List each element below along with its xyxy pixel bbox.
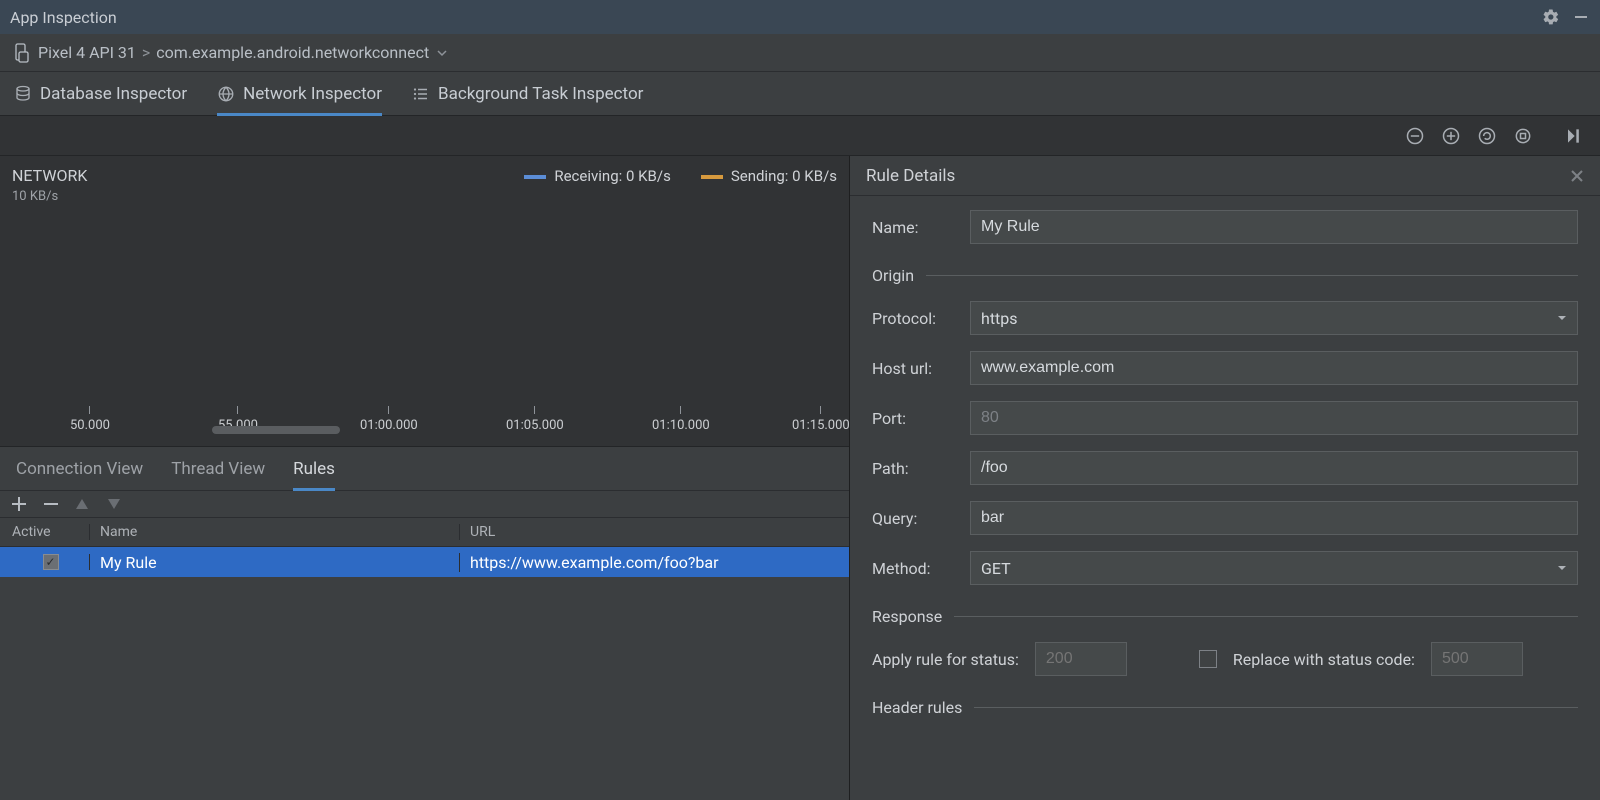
timeline-ruler[interactable]: 50.000 55.000 01:00.000 01:05.000 01:10.… (12, 406, 837, 436)
tab-network-inspector[interactable]: Network Inspector (217, 72, 382, 116)
cell-name: My Rule (90, 553, 460, 572)
sending-swatch (701, 175, 723, 179)
col-header-active[interactable]: Active (0, 524, 90, 540)
zoom-selection-button[interactable] (1510, 123, 1536, 149)
rules-table-header: Active Name URL (0, 517, 849, 547)
subtabs: Connection View Thread View Rules (0, 446, 849, 490)
rules-table: Active Name URL ✓ My Rule https://www.ex… (0, 517, 849, 800)
header-rules-heading: Header rules (872, 698, 962, 717)
tab-database-inspector[interactable]: Database Inspector (14, 72, 187, 116)
port-label: Port: (872, 409, 958, 428)
details-title-bar: Rule Details (850, 156, 1600, 196)
method-select[interactable]: GET (970, 551, 1578, 585)
subtab-thread-view[interactable]: Thread View (171, 447, 265, 491)
go-live-button[interactable] (1560, 123, 1586, 149)
chevron-down-icon (437, 48, 447, 58)
network-chart: NETWORK Receiving: 0 KB/s Sending: 0 KB/… (0, 156, 849, 446)
col-header-name[interactable]: Name (90, 524, 460, 540)
panel-title: App Inspection (10, 8, 117, 27)
rules-toolbar (0, 490, 849, 517)
breadcrumb-separator: > (142, 43, 150, 62)
response-heading: Response (872, 607, 942, 626)
chevron-down-icon (1557, 313, 1567, 323)
receiving-swatch (524, 175, 546, 179)
tick: 01:05.000 (506, 406, 564, 433)
origin-heading: Origin (872, 266, 914, 285)
method-label: Method: (872, 559, 958, 578)
subtab-connection-view[interactable]: Connection View (16, 447, 143, 491)
globe-icon (217, 85, 235, 103)
apply-status-label: Apply rule for status: (872, 650, 1019, 669)
breadcrumb-app: com.example.android.networkconnect (156, 43, 429, 62)
list-icon (412, 85, 430, 103)
chart-canvas[interactable] (12, 214, 837, 410)
protocol-label: Protocol: (872, 309, 958, 328)
divider (926, 275, 1578, 276)
chevron-down-icon (1557, 563, 1567, 573)
network-legend: Receiving: 0 KB/s Sending: 0 KB/s (524, 167, 837, 185)
host-label: Host url: (872, 359, 958, 378)
timeline-scrollbar[interactable] (212, 426, 340, 434)
name-label: Name: (872, 218, 958, 237)
active-checkbox[interactable]: ✓ (43, 554, 59, 570)
zoom-out-button[interactable] (1402, 123, 1428, 149)
close-icon[interactable] (1570, 169, 1584, 183)
tick: 01:10.000 (652, 406, 710, 433)
network-title: NETWORK (12, 166, 87, 185)
legend-receiving: Receiving: 0 KB/s (524, 167, 670, 185)
zoom-in-button[interactable] (1438, 123, 1464, 149)
breadcrumb-device: Pixel 4 API 31 (38, 43, 136, 62)
settings-icon[interactable] (1542, 8, 1560, 26)
legend-sending: Sending: 0 KB/s (701, 167, 837, 185)
minimize-icon[interactable] (1572, 8, 1590, 26)
table-row[interactable]: ✓ My Rule https://www.example.com/foo?ba… (0, 547, 849, 577)
titlebar: App Inspection (0, 0, 1600, 34)
replace-label: Replace with status code: (1233, 650, 1415, 669)
tab-background-task-inspector[interactable]: Background Task Inspector (412, 72, 643, 116)
remove-rule-button[interactable] (44, 497, 60, 511)
query-label: Query: (872, 509, 958, 528)
query-input[interactable] (970, 501, 1578, 535)
protocol-select[interactable]: https (970, 301, 1578, 335)
tab-label: Database Inspector (40, 84, 187, 104)
host-input[interactable] (970, 351, 1578, 385)
port-input[interactable] (970, 401, 1578, 435)
details-title: Rule Details (866, 166, 955, 186)
reset-zoom-button[interactable] (1474, 123, 1500, 149)
path-input[interactable] (970, 451, 1578, 485)
divider (974, 707, 1578, 708)
y-axis-label: 10 KB/s (12, 189, 837, 204)
replace-status-input[interactable] (1431, 642, 1523, 676)
database-icon (14, 85, 32, 103)
tick: 01:00.000 (360, 406, 418, 433)
breadcrumb[interactable]: Pixel 4 API 31 > com.example.android.net… (0, 34, 1600, 72)
device-icon (14, 43, 30, 63)
move-up-button[interactable] (76, 499, 92, 509)
timeline-toolbar (0, 116, 1600, 156)
subtab-rules[interactable]: Rules (293, 447, 335, 491)
path-label: Path: (872, 459, 958, 478)
add-rule-button[interactable] (12, 497, 28, 511)
inspector-tabs: Database Inspector Network Inspector Bac… (0, 72, 1600, 116)
replace-checkbox[interactable] (1199, 650, 1217, 668)
titlebar-buttons (1542, 8, 1590, 26)
col-header-url[interactable]: URL (460, 524, 849, 540)
apply-status-input[interactable] (1035, 642, 1127, 676)
divider (954, 616, 1578, 617)
tick: 01:15.000 (792, 406, 850, 433)
name-input[interactable] (970, 210, 1578, 244)
tab-label: Background Task Inspector (438, 84, 643, 104)
move-down-button[interactable] (108, 499, 124, 509)
cell-url: https://www.example.com/foo?bar (460, 553, 849, 572)
tab-label: Network Inspector (243, 84, 382, 104)
tick: 50.000 (70, 406, 110, 433)
